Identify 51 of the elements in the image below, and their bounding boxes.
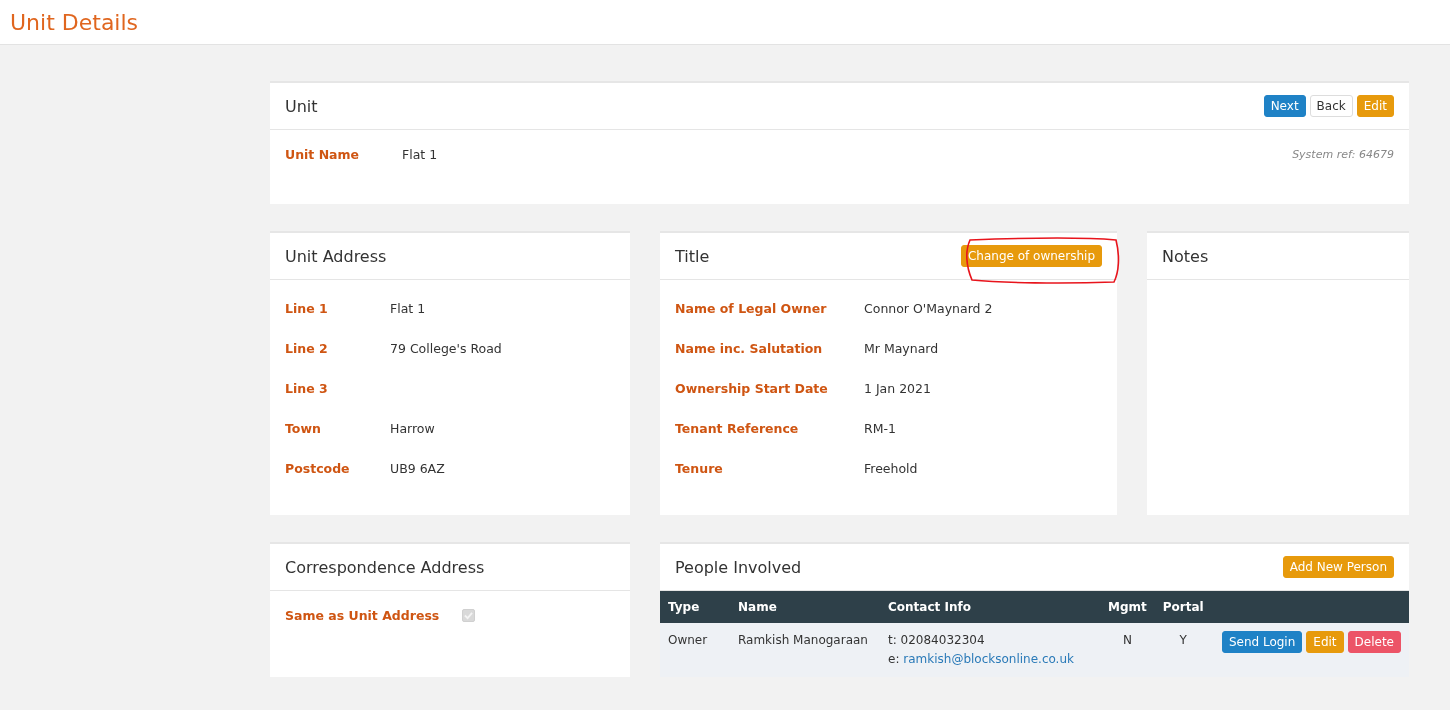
email-link[interactable]: ramkish@blocksonline.co.uk (903, 652, 1074, 666)
field-value: Freehold (864, 460, 919, 476)
column-header: Portal (1154, 591, 1212, 623)
field-label: Tenant Reference (675, 420, 800, 436)
column-header: Mgmt (1100, 591, 1155, 623)
action-button[interactable]: Edit (1356, 95, 1394, 117)
field-label: Name inc. Salutation (675, 340, 824, 356)
field-value: 79 College's Road (390, 340, 503, 356)
row-action-button[interactable]: Send Login (1221, 631, 1303, 653)
field-label: Line 2 (285, 340, 329, 356)
field-value: Mr Maynard (864, 340, 940, 356)
field-label: Unit Name (285, 146, 361, 162)
column-header: Contact Info (880, 591, 1100, 623)
card-title: Notes (1162, 246, 1209, 266)
card-title: Unit (285, 96, 318, 116)
field-label: Line 1 (285, 300, 329, 316)
field-value: Connor O'Maynard 2 (864, 300, 994, 316)
field-value: Flat 1 (402, 146, 439, 162)
field-label: Name of Legal Owner (675, 300, 828, 316)
field-label: Tenure (675, 460, 724, 476)
field-value: RM-1 (864, 420, 897, 436)
card-title: Correspondence Address (285, 557, 485, 577)
add-person-button[interactable]: Add New Person (1282, 556, 1394, 578)
card-title: Unit Address (285, 246, 387, 266)
card-title: People Involved (675, 557, 802, 577)
field-label: Town (285, 420, 322, 436)
field-value: UB9 6AZ (390, 460, 446, 476)
field-value: Flat 1 (390, 300, 427, 316)
table-cell: Ramkish Manogaraan (730, 623, 880, 677)
system-ref: System ref: 64679 (1292, 147, 1394, 161)
row-action-button[interactable]: Edit (1306, 631, 1344, 653)
check-icon (464, 610, 473, 620)
column-header: Type (660, 591, 730, 623)
field-value: Harrow (390, 420, 436, 436)
table-cell: Owner (660, 623, 730, 677)
action-button[interactable]: Next (1263, 95, 1306, 117)
field-label: Same as Unit Address (285, 607, 441, 623)
field-label: Postcode (285, 460, 351, 476)
row-action-button[interactable]: Delete (1347, 631, 1401, 653)
card-title: Title (675, 246, 710, 266)
action-button[interactable]: Back (1309, 95, 1353, 117)
table-cell: Y (1154, 623, 1212, 677)
change-ownership-button[interactable]: Change of ownership (960, 245, 1102, 267)
email-label: e: (888, 652, 901, 666)
field-label: Line 3 (285, 380, 329, 396)
page-title: Unit Details (10, 9, 139, 35)
field-label: Ownership Start Date (675, 380, 829, 396)
field-value: 1 Jan 2021 (864, 380, 932, 396)
table-cell: N (1100, 623, 1155, 677)
phone-text: t: 02084032304 (888, 632, 986, 649)
column-header: Name (730, 591, 880, 623)
